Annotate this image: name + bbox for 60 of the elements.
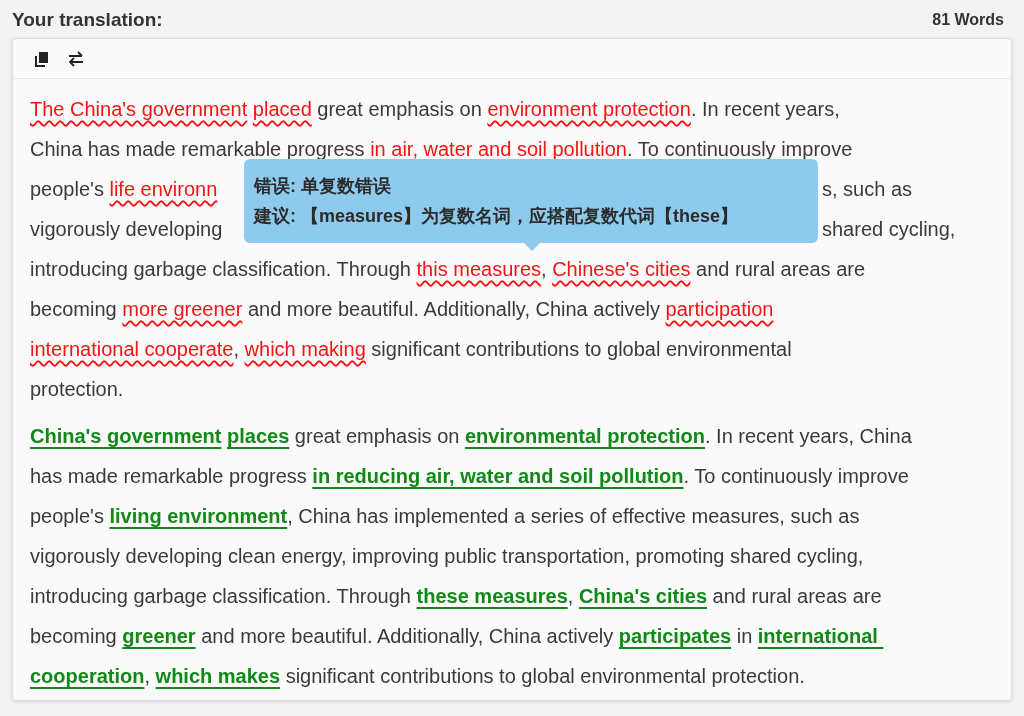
translation-text: . In recent years, — [690, 98, 840, 120]
corrected-phrase[interactable]: these measures — [416, 585, 568, 607]
copy-icon[interactable] — [33, 49, 51, 68]
translation-text: , — [144, 665, 151, 687]
corrected-phrase[interactable]: greener — [122, 625, 196, 647]
translation-text: people's — [30, 178, 105, 200]
error-phrase[interactable]: participation — [665, 298, 774, 320]
error-phrase[interactable]: environment protection — [487, 98, 691, 120]
corrected-phrase[interactable]: China's cities — [578, 585, 707, 607]
translation-text: , — [541, 258, 548, 280]
translation-text: significant contributions to global environmental — [370, 338, 792, 360]
translation-text: has made remarkable progress — [30, 465, 308, 487]
corrected-phrase[interactable]: places — [227, 425, 290, 447]
corrected-phrase[interactable]: environmental protection — [464, 425, 705, 447]
translation-text: vigorously developing — [30, 218, 223, 240]
translation-text: vigorously developing clean energy, improving public transportation, promoting shared cycling, — [30, 545, 864, 567]
word-count: 81 Words — [932, 11, 1004, 29]
error-phrase[interactable]: this measures — [416, 258, 542, 280]
section-title: Your translation: — [12, 9, 163, 31]
error-phrase[interactable]: international cooperate — [30, 338, 234, 360]
corrected-phrase[interactable]: in reducing air, water and soil pollution — [312, 465, 684, 487]
translation-text: shared cycling, — [822, 218, 956, 240]
translation-text: , — [567, 585, 575, 607]
translation-text: introducing garbage classification. Through — [30, 258, 412, 280]
error-phrase[interactable]: The China's government — [30, 98, 248, 120]
translation-text: becoming — [30, 298, 118, 320]
corrected-phrase[interactable]: living environment — [109, 505, 288, 527]
corrected-phrase[interactable]: China's government — [30, 425, 222, 447]
suggestion-text: 建议: 【measures】为复数名词，应搭配复数代词【these】 — [254, 205, 740, 228]
translation-text: and rural areas are — [695, 258, 866, 280]
corrected-phrase[interactable]: international — [757, 625, 884, 647]
translation-text: and more beautiful. Additionally, China actively — [200, 625, 615, 647]
translation-text: and rural areas are — [711, 585, 882, 607]
translation-text: introducing garbage classification. Through — [30, 585, 412, 607]
translation-text: significant contributions to global environmental protection. — [284, 665, 805, 687]
translation-text: , — [233, 338, 241, 360]
translation-text: . To continuously improve — [683, 465, 909, 487]
error-type: 错误: 单复数错误 — [254, 175, 392, 198]
translation-text: . To continuously improve — [627, 138, 853, 160]
error-phrase[interactable]: more greener — [122, 298, 243, 320]
error-phrase[interactable]: which making — [244, 338, 366, 360]
translation-text: . In recent years, China — [705, 425, 912, 447]
translation-text: in — [735, 625, 754, 647]
translation-text: great emphasis on — [316, 98, 483, 120]
translation-text: people's — [30, 505, 105, 527]
translation-text: protection. — [30, 378, 124, 400]
translation-text: s, such as — [822, 178, 913, 200]
error-phrase[interactable]: in air, water and soil pollution — [370, 138, 627, 160]
corrected-phrase[interactable]: cooperation — [30, 665, 145, 687]
translation-text: China has made remarkable progress — [30, 138, 366, 160]
corrected-phrase[interactable]: which makes — [155, 665, 281, 687]
corrected-phrase[interactable]: participates — [618, 625, 732, 647]
translation-text: and more beautiful. Additionally, China actively — [246, 298, 661, 320]
swap-icon[interactable] — [67, 49, 85, 68]
error-phrase[interactable]: Chinese's cities — [552, 258, 691, 280]
error-phrase[interactable]: life environn — [109, 178, 218, 200]
translation-text: becoming — [30, 625, 118, 647]
error-phrase[interactable]: placed — [252, 98, 312, 120]
translation-text: great emphasis on — [293, 425, 461, 447]
translation-text: , China has implemented a series of effective measures, such as — [287, 505, 860, 527]
